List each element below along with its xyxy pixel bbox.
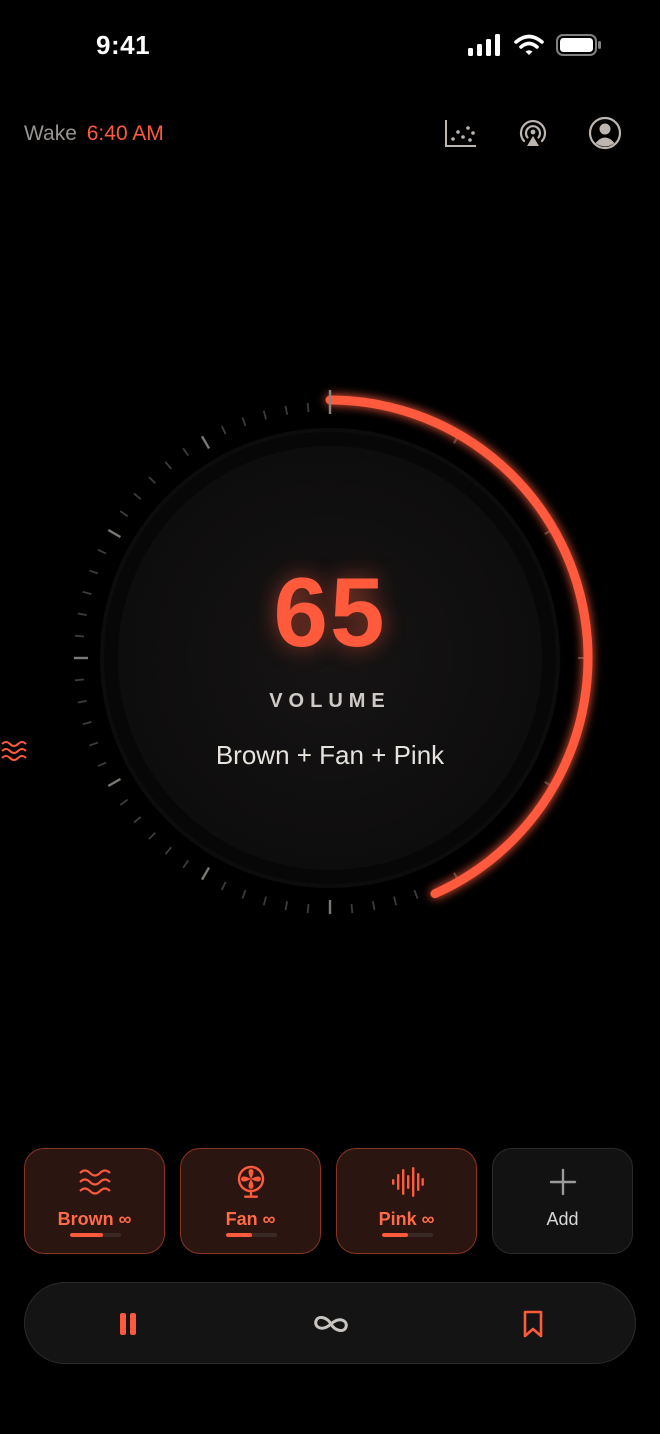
screen: 9:41 Wake 6:40 AM 65 VOLUME Brown + Fan … [0, 0, 660, 1434]
dial-tick [148, 832, 156, 840]
sound-mix: Brown + Fan + Pink [0, 740, 660, 771]
status-time: 9:41 [96, 30, 151, 60]
airplay-icon[interactable] [516, 116, 550, 150]
pause-icon [120, 1313, 136, 1335]
sound-level-bar[interactable] [226, 1233, 277, 1237]
dial-tick [200, 435, 211, 450]
dial-tick [133, 816, 142, 824]
dial-tick [107, 777, 122, 788]
dial-tick [164, 461, 172, 470]
waves-icon [78, 1165, 112, 1199]
loop-button[interactable] [301, 1283, 361, 1365]
volume-label: VOLUME [269, 690, 391, 712]
volume-dial[interactable]: 65 VOLUME Brown + Fan + Pink [0, 360, 660, 960]
dial-tick [164, 846, 172, 855]
dial-tick [413, 889, 419, 899]
sound-tile-pink[interactable]: Pink ∞ [336, 1148, 477, 1254]
dial-tick [372, 901, 376, 911]
sound-tile-fan[interactable]: Fan ∞ [180, 1148, 321, 1254]
dial-tick [284, 901, 288, 911]
plus-icon [549, 1165, 577, 1199]
dial-tick [182, 447, 190, 457]
sound-tiles: Brown ∞ Fan ∞ Pink ∞ Add [24, 1148, 633, 1254]
dial-tick [119, 510, 129, 518]
dial-tick [393, 896, 398, 906]
soundwave-icon [390, 1165, 424, 1199]
bookmark-icon [523, 1310, 543, 1338]
dial-tick [241, 889, 247, 899]
dial-tick [350, 903, 354, 914]
stats-icon[interactable] [444, 116, 478, 150]
dial-tick [97, 548, 107, 555]
dial-tick [306, 903, 310, 914]
dial-tick [220, 425, 227, 435]
volume-value: 65 [273, 557, 387, 667]
dial-tick [82, 721, 92, 726]
dial-tick [133, 492, 142, 500]
sound-level-fill [382, 1233, 408, 1237]
header-actions [444, 116, 622, 150]
playback-bar [24, 1282, 636, 1364]
dial-tick [74, 678, 85, 682]
dial-tick [262, 896, 267, 906]
profile-icon[interactable] [588, 116, 622, 150]
battery-icon [556, 34, 601, 56]
sound-tile-label: Pink ∞ [378, 1209, 435, 1229]
dial-tick [107, 528, 122, 539]
dial-tick [148, 476, 156, 484]
sound-level-bar[interactable] [382, 1233, 433, 1237]
bookmark-button[interactable] [503, 1283, 563, 1365]
sound-tile-brown[interactable]: Brown ∞ [24, 1148, 165, 1254]
waves-icon [1, 741, 27, 761]
wake-alarm[interactable]: Wake 6:40 AM [24, 122, 164, 146]
sound-level-fill [226, 1233, 252, 1237]
pause-button[interactable] [98, 1283, 158, 1365]
dial-tick [284, 405, 288, 415]
sound-level-bar[interactable] [70, 1233, 121, 1237]
add-sound-label: Add [546, 1209, 579, 1229]
dial-tick [241, 417, 247, 427]
dial-tick [182, 859, 190, 869]
signal-icon [468, 34, 500, 56]
dial-tick [220, 881, 227, 891]
status-icons [468, 34, 602, 56]
wake-label: Wake [24, 122, 77, 145]
sound-tile-label: Fan ∞ [225, 1209, 276, 1229]
dial-tick [262, 410, 267, 420]
dial-tick [306, 402, 310, 413]
infinity-icon [314, 1315, 348, 1333]
sound-mix-label: Brown + Fan + Pink [215, 740, 445, 770]
wifi-icon [514, 34, 544, 55]
fan-icon [234, 1165, 268, 1199]
dial-tick [119, 798, 129, 806]
sound-tile-label: Brown ∞ [57, 1209, 132, 1229]
dial-tick [200, 866, 211, 881]
add-sound-button[interactable]: Add [492, 1148, 633, 1254]
wake-time: 6:40 AM [86, 122, 164, 145]
sound-level-fill [70, 1233, 104, 1237]
